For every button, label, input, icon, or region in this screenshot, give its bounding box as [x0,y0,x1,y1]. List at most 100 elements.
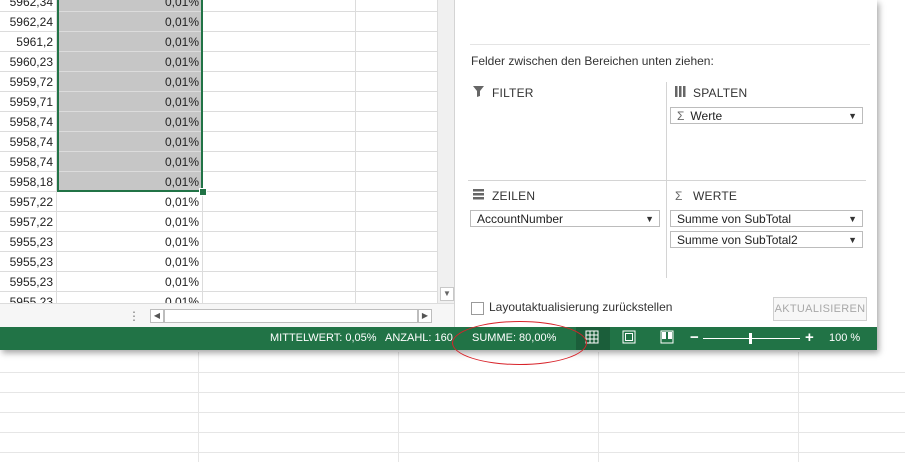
filter-icon [473,86,484,100]
values-area-title: WERTE [693,189,738,203]
background-gridline [398,352,399,462]
chevron-down-icon[interactable]: ▼ [848,211,857,228]
cell-b[interactable]: 0,01% [57,132,203,152]
cell-b[interactable]: 0,01% [57,72,203,92]
background-gridline [598,352,599,462]
cell-b[interactable]: 0,01% [57,232,203,252]
zoom-slider-thumb[interactable] [749,333,752,344]
background-gridline [0,392,905,393]
cell-b[interactable]: 0,01% [57,112,203,132]
filter-drop-zone[interactable] [470,102,663,177]
pivot-fields-panel: Felder zwischen den Bereichen unten zieh… [454,0,877,327]
page-break-view-icon[interactable] [660,330,676,346]
columns-area-title: SPALTEN [693,86,748,100]
gridline [203,11,437,12]
cell-a[interactable]: 5959,71 [0,92,57,112]
defer-layout-checkbox[interactable] [471,302,484,315]
field-chip-label: Werte [690,109,723,123]
background-gridline [0,412,905,413]
cell-b[interactable]: 0,01% [57,32,203,52]
background-sheet [0,352,905,462]
cell-a[interactable]: 5958,74 [0,152,57,172]
gridline [203,251,437,252]
cell-a[interactable]: 5959,72 [0,72,57,92]
cell-b[interactable]: 0,01% [57,152,203,172]
cell-b[interactable]: 0,01% [57,0,203,12]
cell-b[interactable]: 0,01% [57,292,203,303]
cell-b[interactable]: 0,01% [57,272,203,292]
defer-layout-label: Layoutaktualisierung zurückstellen [489,300,673,314]
field-chip-label: Summe von SubTotal2 [677,233,798,247]
cell-b[interactable]: 0,01% [57,172,203,192]
cell-b[interactable]: 0,01% [57,92,203,112]
column-a: 5962,34 5962,24 5961,2 5960,23 5959,72 5959,7… [0,0,57,303]
status-average: MITTELWERT: 0,05% [270,332,377,344]
areas-divider [468,180,866,181]
cell-a[interactable]: 5958,18 [0,172,57,192]
cell-a[interactable]: 5957,22 [0,192,57,212]
scroll-down-button[interactable]: ▼ [440,287,454,301]
cell-a[interactable]: 5955,23 [0,292,57,303]
column-b: 0,01% 0,01% 0,01% 0,01% 0,01% 0,01% 0,01% 0,01%… [57,0,203,303]
cell-b[interactable]: 0,01% [57,52,203,72]
cell-a[interactable]: 5958,74 [0,112,57,132]
field-chip-label: AccountNumber [477,212,564,226]
horizontal-scrollbar[interactable] [164,309,418,323]
status-sum: SUMME: 80,00% [472,332,557,344]
rows-area-title: ZEILEN [492,189,536,203]
gridline [203,291,437,292]
cell-b[interactable]: 0,01% [57,12,203,32]
worksheet-grid[interactable]: 5962,34 5962,24 5961,2 5960,23 5959,72 5959,7… [0,0,437,303]
cell-a[interactable]: 5957,22 [0,212,57,232]
update-button[interactable]: AKTUALISIEREN [773,297,867,321]
columns-icon [675,86,686,100]
field-chip-accountnumber[interactable]: AccountNumber ▼ [470,210,660,227]
chevron-down-icon[interactable]: ▼ [848,232,857,249]
vertical-scrollbar[interactable]: ▼ [437,0,454,303]
zoom-level[interactable]: 100 % [829,332,860,344]
cell-b[interactable]: 0,01% [57,192,203,212]
field-list-area[interactable] [470,0,870,45]
scroll-right-button[interactable]: ▶ [418,309,432,323]
gridline [203,231,437,232]
background-gridline [798,352,799,462]
filter-area-title: FILTER [492,86,534,100]
chevron-down-icon[interactable]: ▼ [848,108,857,125]
split-handle-icon[interactable]: ⋮ [128,309,140,323]
gridline [203,111,437,112]
background-gridline [0,432,905,433]
cell-a[interactable]: 5962,24 [0,12,57,32]
cell-a[interactable]: 5960,23 [0,52,57,72]
field-chip-label: Summe von SubTotal [677,212,792,226]
cell-a[interactable]: 5955,23 [0,272,57,292]
background-gridline [198,352,199,462]
gridline [203,131,437,132]
page-layout-view-icon[interactable] [622,330,638,346]
gridline [203,91,437,92]
rows-icon [473,189,484,203]
zoom-in-button[interactable]: + [805,329,814,346]
background-gridline [0,372,905,373]
normal-view-icon[interactable] [585,330,601,346]
field-chip-summe-subtotal[interactable]: Summe von SubTotal ▼ [670,210,863,227]
cell-a[interactable]: 5955,23 [0,252,57,272]
cell-a[interactable]: 5955,23 [0,232,57,252]
zoom-out-button[interactable]: − [690,329,699,346]
field-chip-werte[interactable]: Σ Werte ▼ [670,107,863,124]
gridline [203,71,437,72]
gridline [203,211,437,212]
cell-b[interactable]: 0,01% [57,252,203,272]
areas-divider [666,82,667,278]
cell-a[interactable]: 5962,34 [0,0,57,12]
status-bar: MITTELWERT: 0,05% ANZAHL: 160 SUMME: 80,… [0,327,877,350]
gridline [203,191,437,192]
field-chip-summe-subtotal2[interactable]: Summe von SubTotal2 ▼ [670,231,863,248]
scroll-left-button[interactable]: ◀ [150,309,164,323]
fill-handle[interactable] [199,188,207,196]
cell-b[interactable]: 0,01% [57,212,203,232]
chevron-down-icon[interactable]: ▼ [645,211,654,228]
excel-window: 5962,34 5962,24 5961,2 5960,23 5959,72 5959,7… [0,0,877,350]
gridline [203,171,437,172]
cell-a[interactable]: 5961,2 [0,32,57,52]
cell-a[interactable]: 5958,74 [0,132,57,152]
